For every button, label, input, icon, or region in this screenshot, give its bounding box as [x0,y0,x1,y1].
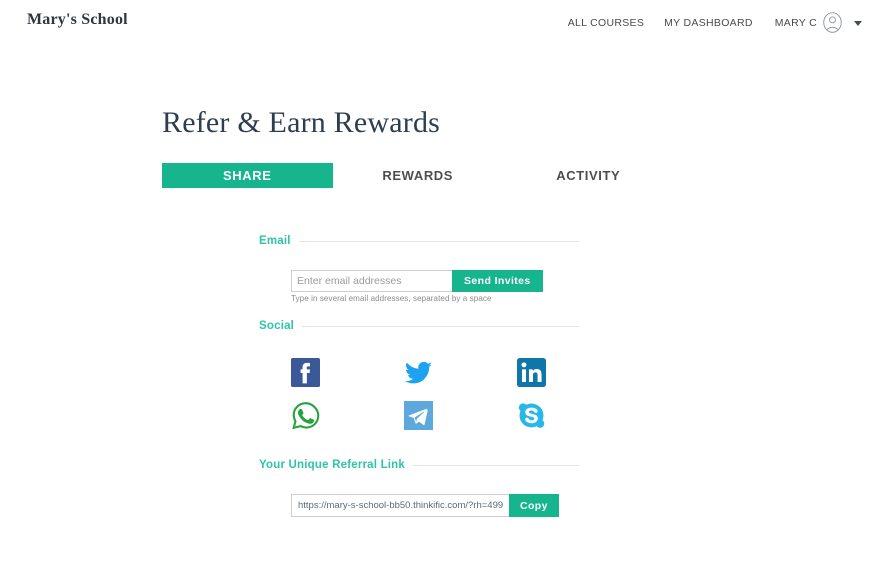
chevron-down-icon[interactable] [854,20,862,26]
email-invite-row: Send Invites [291,270,543,292]
nav-my-dashboard[interactable]: MY DASHBOARD [654,17,763,29]
copy-link-button[interactable]: Copy [509,494,559,517]
user-name-label: MARY C [774,16,817,29]
social-cell [517,351,630,394]
referral-link-row: Copy [291,494,559,517]
section-divider [302,325,579,327]
social-section-header: Social [259,318,579,334]
referral-section-header: Your Unique Referral Link [259,457,579,473]
social-cell [404,394,517,437]
social-cell [291,351,404,394]
tab-bar: SHARE REWARDS ACTIVITY [162,163,674,188]
email-input-hint: Type in several email addresses, separat… [291,294,492,303]
site-brand-logo[interactable]: Mary's School [27,11,128,29]
header-nav: ALL COURSES MY DASHBOARD MARY C [558,12,866,33]
social-row [291,351,563,394]
site-header: Mary's School ALL COURSES MY DASHBOARD M… [0,0,878,42]
social-cell [517,394,630,437]
facebook-icon[interactable] [291,358,320,387]
social-share-grid [291,351,563,437]
social-cell [404,351,517,394]
section-divider [298,240,579,242]
section-divider [413,464,579,466]
social-row [291,394,563,437]
tab-activity[interactable]: ACTIVITY [503,163,674,188]
skype-icon[interactable] [517,401,546,430]
social-section: Social [259,318,579,430]
user-avatar-icon [823,12,842,33]
linkedin-icon[interactable] [517,358,546,387]
send-invites-button[interactable]: Send Invites [452,270,543,292]
email-section: Email Send Invites Type in several email… [259,233,579,303]
email-addresses-input[interactable] [291,270,452,292]
tab-rewards[interactable]: REWARDS [333,163,504,188]
email-section-title: Email [259,235,291,247]
twitter-icon[interactable] [404,358,433,387]
social-cell [291,394,404,437]
tab-share[interactable]: SHARE [162,163,333,188]
email-section-header: Email [259,233,579,249]
referral-link-input[interactable] [291,494,509,517]
whatsapp-icon[interactable] [291,401,320,430]
page-title: Refer & Earn Rewards [162,106,441,140]
user-menu[interactable]: MARY C [763,12,866,33]
referral-section-title: Your Unique Referral Link [259,459,406,471]
telegram-icon[interactable] [404,401,433,430]
nav-all-courses[interactable]: ALL COURSES [558,17,654,29]
social-section-title: Social [259,320,295,332]
referral-link-section: Your Unique Referral Link Copy [259,457,579,517]
